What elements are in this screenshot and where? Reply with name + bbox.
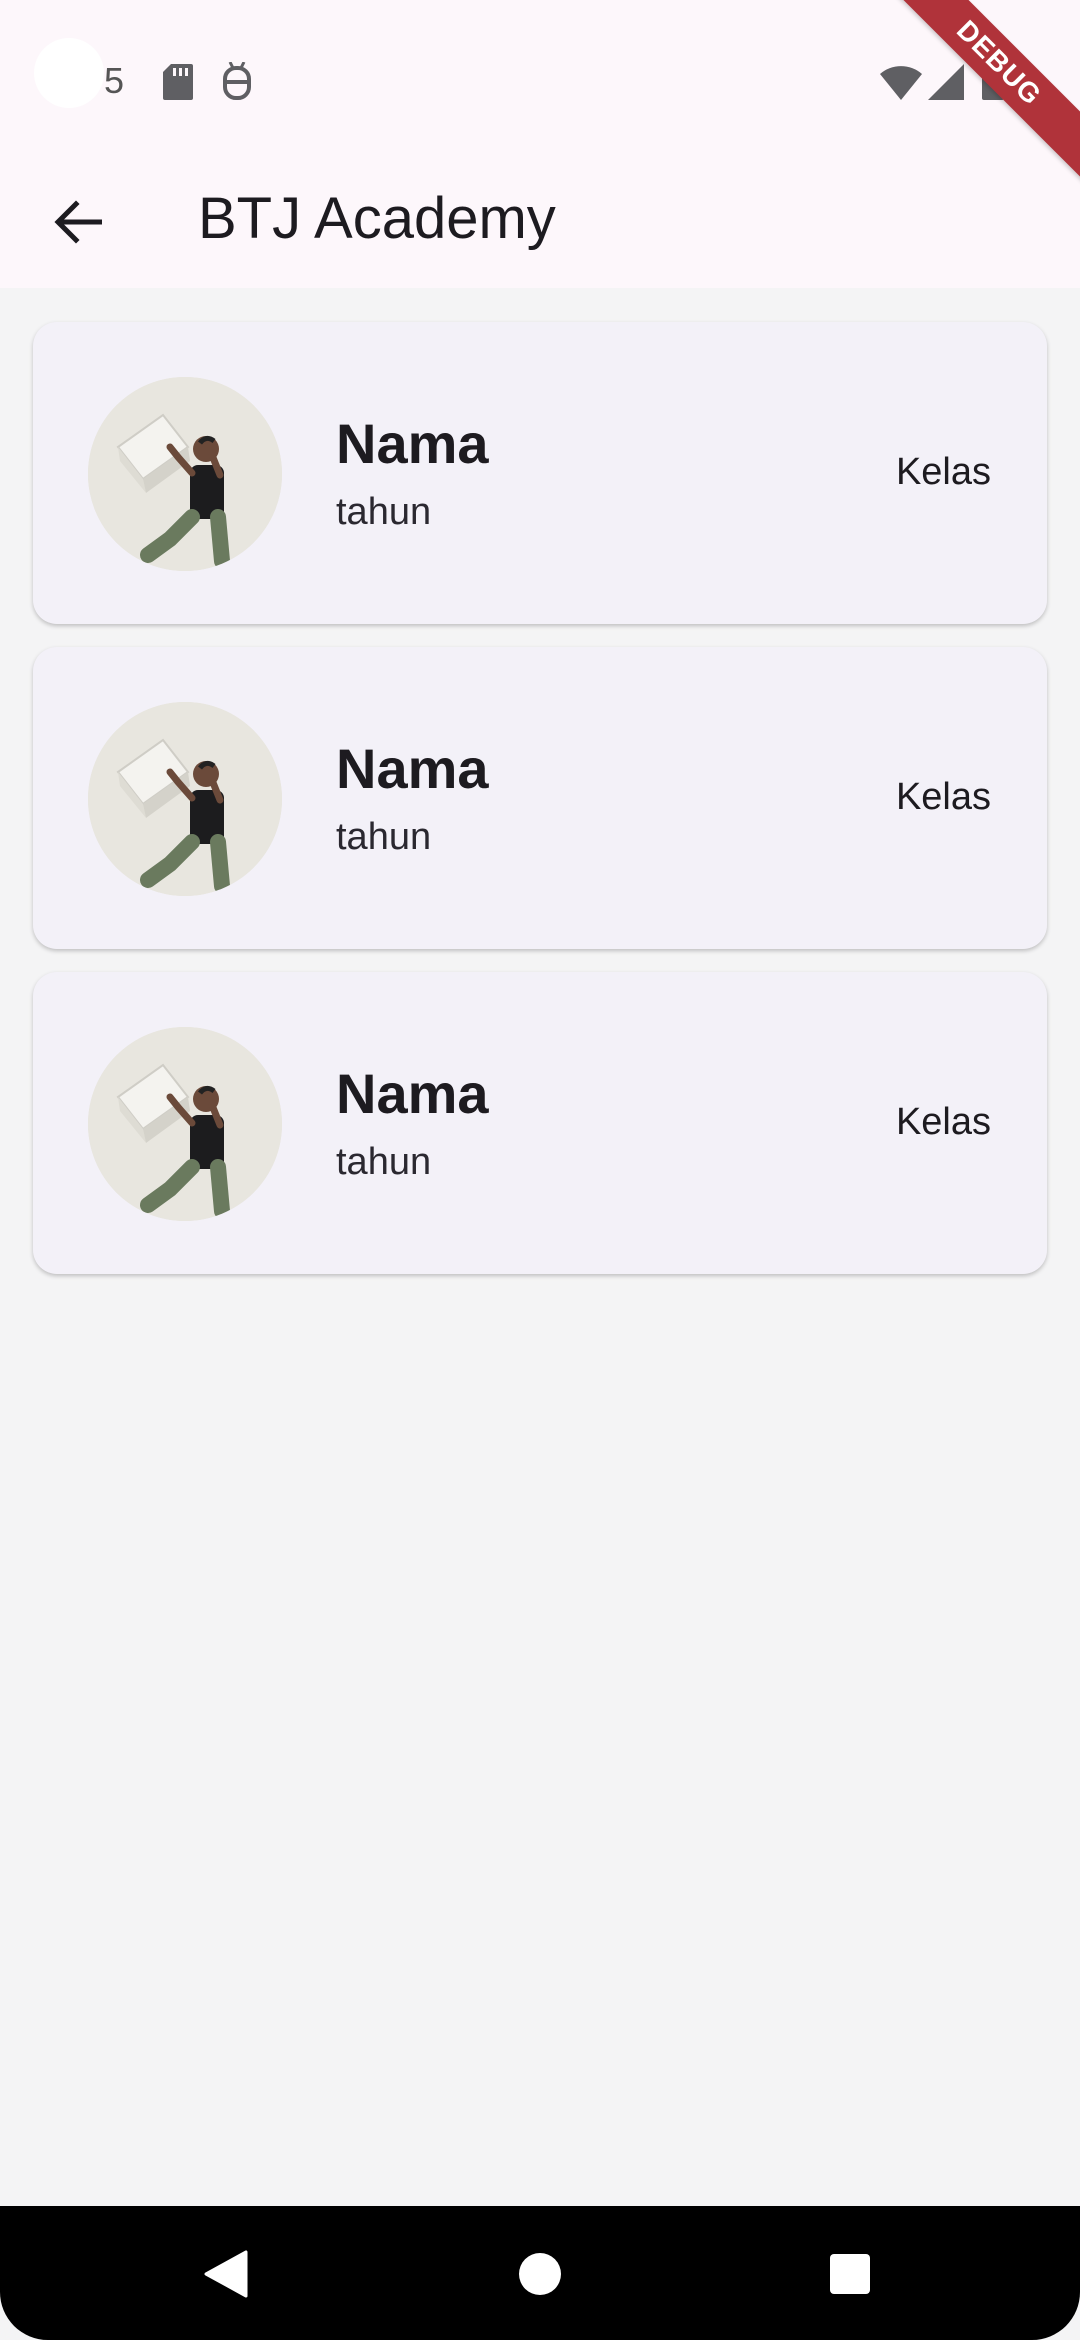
page-title: BTJ Academy xyxy=(198,186,556,251)
student-year: tahun xyxy=(336,1141,432,1183)
wifi-icon xyxy=(880,66,922,104)
app-bar: BTJ Academy xyxy=(0,160,1080,288)
student-year: tahun xyxy=(336,816,432,858)
avatar xyxy=(88,1027,282,1221)
back-triangle-icon xyxy=(204,2250,248,2298)
status-bar: 5 xyxy=(0,0,1080,160)
nav-recents-button[interactable] xyxy=(810,2242,890,2306)
notification-count: 5 xyxy=(104,60,125,101)
avatar xyxy=(88,377,282,571)
arrow-left-icon xyxy=(54,200,102,244)
student-name: Nama xyxy=(336,737,489,800)
home-circle-icon xyxy=(519,2253,561,2295)
nav-home-button[interactable] xyxy=(500,2242,580,2306)
system-nav-bar xyxy=(0,2206,1080,2340)
student-class: Kelas xyxy=(895,451,991,493)
sd-card-icon xyxy=(163,64,193,104)
status-indicator-dot xyxy=(34,38,104,108)
student-name: Nama xyxy=(336,412,489,475)
signal-icon xyxy=(928,64,964,104)
student-year: tahun xyxy=(336,491,432,533)
recents-square-icon xyxy=(830,2254,870,2294)
student-name: Nama xyxy=(336,1062,489,1125)
student-card[interactable]: Nama tahun Kelas xyxy=(33,322,1047,624)
avatar xyxy=(88,702,282,896)
android-bot-icon xyxy=(222,61,252,104)
back-button[interactable] xyxy=(40,180,116,264)
student-card[interactable]: Nama tahun Kelas xyxy=(33,972,1047,1274)
student-class: Kelas xyxy=(895,1101,991,1143)
student-card[interactable]: Nama tahun Kelas xyxy=(33,647,1047,949)
nav-back-button[interactable] xyxy=(186,2242,266,2306)
student-class: Kelas xyxy=(895,776,991,818)
screen: 5 BTJ Academy DEBUG Nama tahun Kelas Nam… xyxy=(0,0,1080,2340)
